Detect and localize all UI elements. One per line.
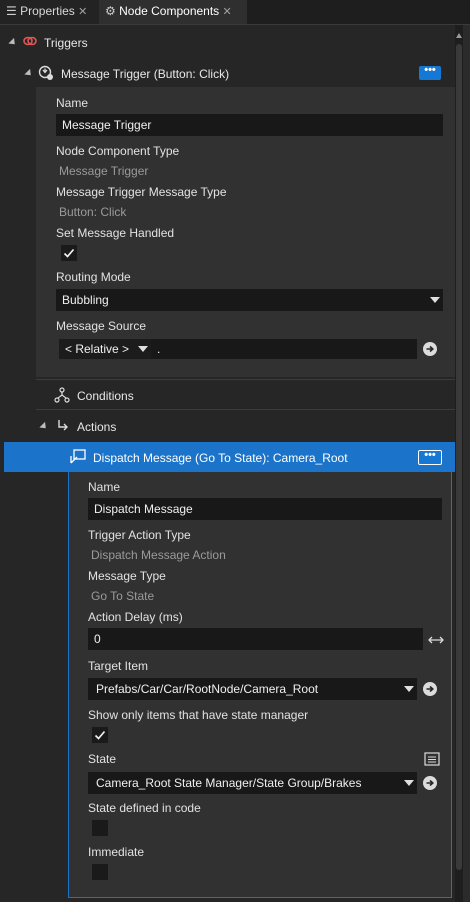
trigger-action-type-label: Trigger Action Type (88, 528, 191, 542)
node-component-type-value: Message Trigger (59, 164, 149, 178)
target-item-reset-icon[interactable] (422, 681, 438, 697)
separator (36, 409, 455, 410)
tab-node-components[interactable]: ⚙ Node Components ✕ (99, 0, 247, 24)
checkmark-icon (63, 248, 75, 258)
target-item-chevron-down-icon[interactable] (404, 686, 414, 692)
message-trigger-message-type-value: Button: Click (59, 205, 127, 219)
active-tab-underline (99, 22, 241, 24)
tab-properties[interactable]: ☰ Properties ✕ (0, 0, 102, 24)
state-label: State (88, 752, 117, 766)
checkmark-icon (94, 730, 106, 740)
separator (36, 379, 455, 380)
tab-node-components-label: Node Components (119, 4, 220, 18)
actions-icon (56, 419, 70, 433)
message-source-path-input[interactable]: . (151, 339, 417, 359)
immediate-checkbox[interactable] (92, 864, 108, 880)
trigger-action-type-value: Dispatch Message Action (91, 548, 226, 562)
set-message-handled-checkbox[interactable] (61, 245, 77, 261)
trigger-name-input[interactable]: Message Trigger (56, 114, 443, 136)
action-name-label: Name (88, 480, 121, 494)
properties-list-icon: ☰ (6, 4, 17, 18)
triggers-label[interactable]: Triggers (44, 36, 88, 50)
state-value: Camera_Root State Manager/State Group/Br… (96, 776, 362, 790)
message-trigger-more-button[interactable]: ••• (419, 65, 441, 80)
scrollbar-up-arrow[interactable] (456, 33, 462, 38)
state-defined-in-code-checkbox[interactable] (92, 820, 108, 836)
message-source-reset-icon[interactable] (422, 341, 438, 357)
action-delay-label: Action Delay (ms) (88, 610, 183, 624)
scrollbar-thumb[interactable] (456, 44, 462, 870)
dispatch-message-more-button[interactable]: ••• (418, 450, 442, 465)
set-message-handled-label: Set Message Handled (56, 226, 175, 240)
state-reset-icon[interactable] (422, 775, 438, 791)
message-trigger-message-type-label: Message Trigger Message Type (56, 185, 227, 199)
target-item-select[interactable]: Prefabs/Car/Car/RootNode/Camera_Root (88, 678, 417, 700)
trigger-icon (23, 35, 37, 47)
state-picker-icon[interactable] (424, 752, 440, 766)
message-source-label: Message Source (56, 319, 147, 333)
message-type-value: Go To State (91, 589, 155, 603)
conditions-icon (54, 387, 70, 403)
show-only-state-manager-checkbox[interactable] (92, 727, 108, 743)
actions-label[interactable]: Actions (77, 420, 116, 434)
tab-node-components-close-icon[interactable]: ✕ (223, 6, 232, 18)
routing-mode-chevron-down-icon[interactable] (430, 297, 440, 303)
routing-mode-select[interactable]: Bubbling (56, 289, 443, 311)
show-only-state-manager-label: Show only items that have state manager (88, 708, 309, 722)
node-component-type-label: Node Component Type (56, 144, 180, 158)
node-components-icon: ⚙ (105, 4, 116, 18)
action-delay-input[interactable]: 0 (88, 628, 423, 650)
message-type-label: Message Type (88, 569, 166, 583)
immediate-label: Immediate (88, 845, 145, 859)
target-item-value: Prefabs/Car/Car/RootNode/Camera_Root (96, 682, 319, 696)
action-name-input[interactable]: Dispatch Message (88, 498, 442, 520)
trigger-name-label: Name (56, 96, 89, 110)
message-trigger-label[interactable]: Message Trigger (Button: Click) (61, 67, 229, 81)
message-trigger-icon (38, 65, 54, 81)
message-source-relative-value: < Relative > (65, 342, 130, 356)
tab-properties-label: Properties (20, 4, 75, 18)
target-item-label: Target Item (88, 659, 149, 673)
action-delay-drag-icon[interactable] (428, 634, 444, 644)
state-select[interactable]: Camera_Root State Manager/State Group/Br… (88, 772, 417, 794)
message-source-chevron-down-icon[interactable] (138, 346, 148, 352)
routing-mode-value: Bubbling (62, 293, 109, 307)
state-chevron-down-icon[interactable] (404, 780, 414, 786)
dispatch-message-label: Dispatch Message (Go To State): Camera_R… (93, 451, 348, 465)
routing-mode-label: Routing Mode (56, 270, 131, 284)
state-defined-in-code-label: State defined in code (88, 801, 201, 815)
tab-properties-close-icon[interactable]: ✕ (78, 6, 87, 18)
dispatch-message-icon (69, 448, 87, 466)
conditions-label[interactable]: Conditions (77, 389, 134, 403)
